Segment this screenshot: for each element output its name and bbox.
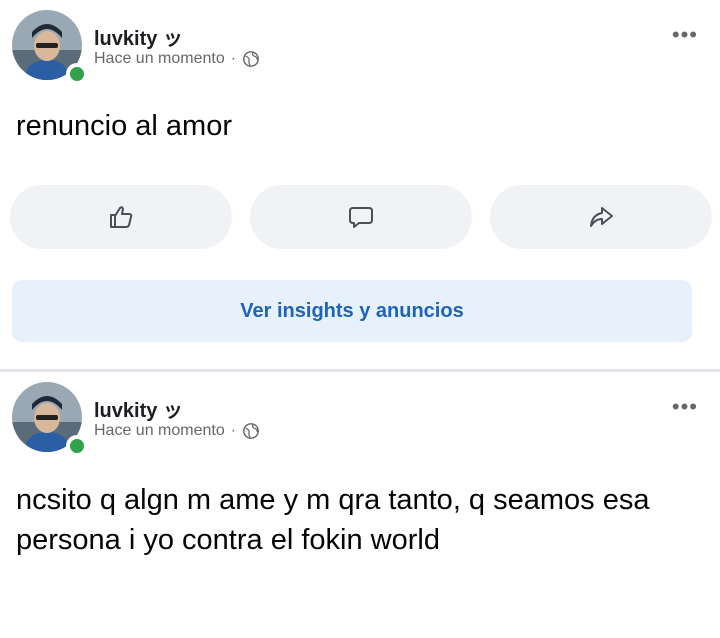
globe-icon [243, 423, 259, 439]
comment-icon [349, 207, 373, 228]
avatar[interactable] [12, 382, 88, 457]
post-meta: Hace un momento · [94, 422, 260, 440]
post-text: ncsito q algn m ame y m qra tanto, q sea… [16, 484, 650, 556]
post-meta: Hace un momento · [94, 50, 260, 68]
author-name[interactable]: luvkity ッ [94, 394, 183, 423]
more-dots-icon[interactable]: ••• [672, 396, 698, 418]
author-name[interactable]: luvkity ッ [94, 22, 183, 51]
meta-separator: · [230, 422, 237, 439]
avatar[interactable] [12, 10, 88, 85]
like-icon [110, 206, 133, 228]
more-dots-icon[interactable]: ••• [672, 24, 698, 46]
online-status-dot [66, 435, 88, 457]
like-button[interactable] [10, 185, 232, 249]
post-text: renuncio al amor [16, 110, 232, 142]
timestamp[interactable]: Hace un momento [94, 422, 225, 440]
share-button[interactable] [490, 185, 712, 249]
timestamp[interactable]: Hace un momento [94, 50, 225, 68]
meta-separator: · [230, 50, 237, 67]
post-card: luvkity ッ Hace un momento · ••• ncsito q… [0, 372, 720, 638]
insights-ads-button[interactable]: Ver insights y anuncios [12, 280, 692, 342]
post-card: luvkity ッ Hace un momento · ••• renuncio… [0, 0, 720, 370]
online-status-dot [66, 63, 88, 85]
share-icon [590, 207, 613, 227]
comment-button[interactable] [250, 185, 472, 249]
globe-icon [243, 51, 259, 67]
